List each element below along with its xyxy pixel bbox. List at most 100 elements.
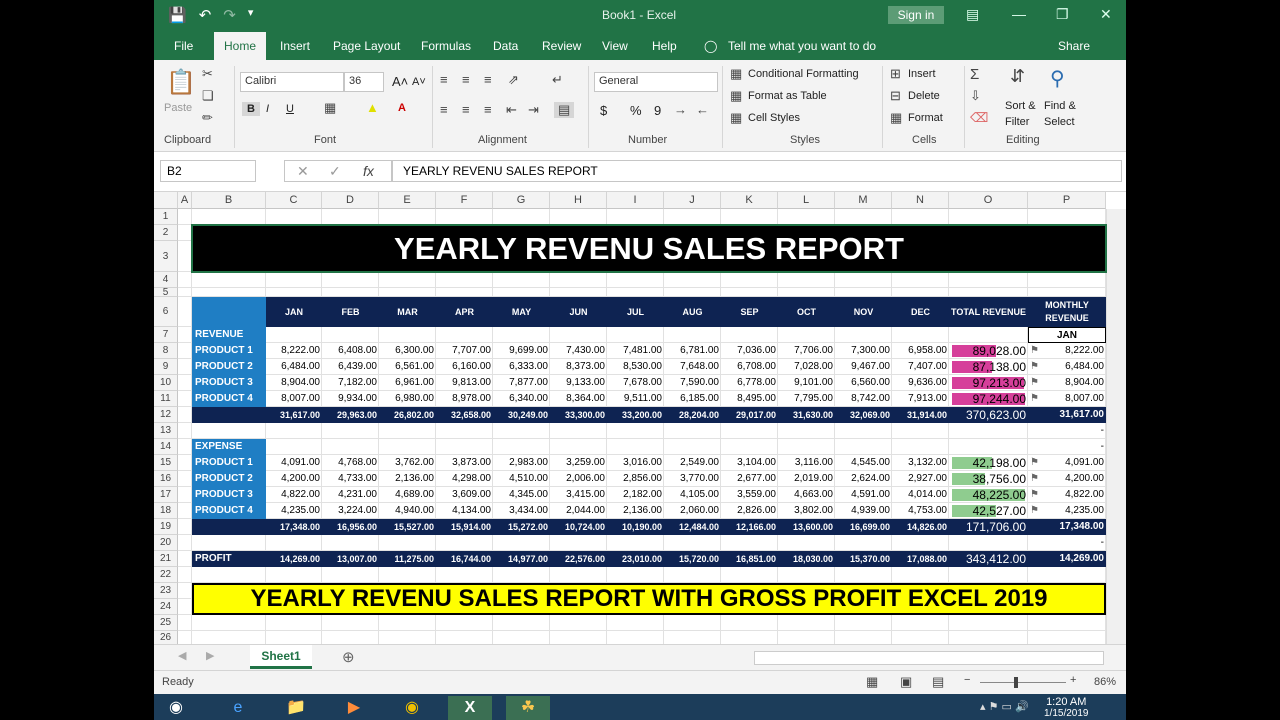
revenue-value[interactable]: 6,340.00 (493, 391, 550, 407)
profit-value[interactable]: 16,851.00 (721, 551, 778, 567)
system-clock[interactable]: 1:20 AM 1/15/2019 (1044, 696, 1089, 719)
row-header-18[interactable]: 18 (154, 503, 178, 519)
revenue-value[interactable]: 6,300.00 (379, 343, 436, 359)
revenue-value[interactable]: 7,678.00 (607, 375, 664, 391)
align-left-icon[interactable]: ≡ (440, 102, 448, 117)
expense-total-value[interactable]: 12,484.00 (664, 519, 721, 535)
profit-value[interactable]: 23,010.00 (607, 551, 664, 567)
revenue-value[interactable]: 7,182.00 (322, 375, 379, 391)
expense-product-label[interactable]: PRODUCT 3 (192, 487, 266, 503)
column-header-m[interactable]: M (835, 192, 892, 209)
expense-value[interactable]: 2,136.00 (379, 471, 436, 487)
grow-font-icon[interactable]: A˄ (392, 74, 408, 89)
paste-label[interactable]: Paste (164, 102, 192, 114)
zoom-level[interactable]: 86% (1094, 676, 1116, 688)
new-sheet-icon[interactable]: ⊕ (342, 648, 355, 666)
excel-taskbar-icon[interactable]: X (448, 696, 492, 720)
row-header-8[interactable]: 8 (154, 343, 178, 359)
revenue-monthly[interactable]: 6,484.00 (1028, 359, 1106, 375)
italic-button[interactable]: I (266, 103, 269, 115)
month-header-sep[interactable]: SEP (721, 297, 778, 327)
revenue-value[interactable]: 6,484.00 (266, 359, 322, 375)
expense-value[interactable]: 2,927.00 (892, 471, 949, 487)
expense-total-value[interactable]: 12,166.00 (721, 519, 778, 535)
revenue-value[interactable]: 6,408.00 (322, 343, 379, 359)
tab-review[interactable]: Review (542, 39, 581, 53)
merge-center-icon[interactable]: ▤ (554, 102, 575, 118)
column-header-j[interactable]: J (664, 192, 721, 209)
expense-value[interactable]: 4,200.00 (266, 471, 322, 487)
month-header-apr[interactable]: APR (436, 297, 493, 327)
row-header-15[interactable]: 15 (154, 455, 178, 471)
expense-total-value[interactable]: 15,527.00 (379, 519, 436, 535)
revenue-value[interactable]: 9,467.00 (835, 359, 892, 375)
column-header-a[interactable]: A (178, 192, 192, 209)
expense-value[interactable]: 2,826.00 (721, 503, 778, 519)
format-as-table-button[interactable]: Format as Table (748, 90, 827, 102)
formula-input[interactable]: YEARLY REVENU SALES REPORT (392, 160, 1122, 182)
revenue-value[interactable]: 6,961.00 (379, 375, 436, 391)
align-right-icon[interactable]: ≡ (484, 102, 492, 117)
month-header-jul[interactable]: JUL (607, 297, 664, 327)
file-explorer-icon[interactable]: 📁 (274, 696, 318, 720)
select-label[interactable]: Select (1044, 116, 1075, 128)
revenue-monthly[interactable]: 8,007.00 (1028, 391, 1106, 407)
row-header-21[interactable]: 21 (154, 551, 178, 567)
revenue-value[interactable]: 9,636.00 (892, 375, 949, 391)
prev-sheet-icon[interactable]: ◀ (178, 649, 186, 662)
tab-page-layout[interactable]: Page Layout (333, 39, 400, 53)
sort-label[interactable]: Sort & (1005, 100, 1036, 112)
expense-value[interactable]: 2,019.00 (778, 471, 835, 487)
row-header-16[interactable]: 16 (154, 471, 178, 487)
revenue-value[interactable]: 9,813.00 (436, 375, 493, 391)
close-icon[interactable]: ✕ (1100, 6, 1112, 23)
fill-color-icon[interactable]: ▲ (366, 100, 379, 115)
expense-total-value[interactable]: 10,724.00 (550, 519, 607, 535)
revenue-value[interactable]: 7,407.00 (892, 359, 949, 375)
expense-value[interactable]: 3,434.00 (493, 503, 550, 519)
expense-value[interactable]: 4,591.00 (835, 487, 892, 503)
increase-indent-icon[interactable]: ⇥ (528, 102, 539, 118)
expense-value[interactable]: 3,609.00 (436, 487, 493, 503)
expense-value[interactable]: 4,753.00 (892, 503, 949, 519)
profit-monthly[interactable]: 14,269.00 (1028, 551, 1106, 567)
revenue-value[interactable]: 6,333.00 (493, 359, 550, 375)
revenue-value[interactable]: 9,133.00 (550, 375, 607, 391)
profit-value[interactable]: 15,720.00 (664, 551, 721, 567)
revenue-value[interactable]: 7,300.00 (835, 343, 892, 359)
revenue-total-value[interactable]: 32,069.00 (835, 407, 892, 423)
month-header-oct[interactable]: OCT (778, 297, 835, 327)
find-select-icon[interactable]: ⚲ (1050, 66, 1065, 91)
profit-value[interactable]: 14,977.00 (493, 551, 550, 567)
row-header-19[interactable]: 19 (154, 519, 178, 535)
expense-total[interactable]: 42,198.00 (949, 455, 1028, 471)
column-header-e[interactable]: E (379, 192, 436, 209)
percent-icon[interactable]: % (630, 103, 642, 118)
expense-product-label[interactable]: PRODUCT 4 (192, 503, 266, 519)
revenue-value[interactable]: 7,913.00 (892, 391, 949, 407)
format-cells-icon[interactable]: ▦ (890, 110, 902, 126)
enter-icon[interactable]: ✓ (329, 163, 341, 180)
expense-total-value[interactable]: 10,190.00 (607, 519, 664, 535)
column-header-f[interactable]: F (436, 192, 493, 209)
internet-explorer-icon[interactable]: e (216, 696, 260, 720)
conditional-formatting-button[interactable]: Conditional Formatting (748, 68, 859, 80)
profit-value[interactable]: 14,269.00 (266, 551, 322, 567)
revenue-value[interactable]: 8,007.00 (266, 391, 322, 407)
revenue-value[interactable]: 7,590.00 (664, 375, 721, 391)
row-header-20[interactable]: 20 (154, 535, 178, 551)
expense-total-value[interactable]: 17,348.00 (266, 519, 322, 535)
expense-value[interactable]: 3,802.00 (778, 503, 835, 519)
revenue-product-label[interactable]: PRODUCT 4 (192, 391, 266, 407)
revenue-value[interactable]: 6,439.00 (322, 359, 379, 375)
redo-icon[interactable]: ↷ (223, 6, 236, 24)
expense-value[interactable]: 4,689.00 (379, 487, 436, 503)
restore-icon[interactable]: ❐ (1056, 6, 1069, 23)
row-header-17[interactable]: 17 (154, 487, 178, 503)
expense-value[interactable]: 3,259.00 (550, 455, 607, 471)
month-header-dec[interactable]: DEC (892, 297, 949, 327)
row-header-24[interactable]: 24 (154, 599, 178, 615)
revenue-total[interactable]: 87,138.00 (949, 359, 1028, 375)
expense-value[interactable]: 4,510.00 (493, 471, 550, 487)
revenue-total[interactable]: 97,244.00 (949, 391, 1028, 407)
